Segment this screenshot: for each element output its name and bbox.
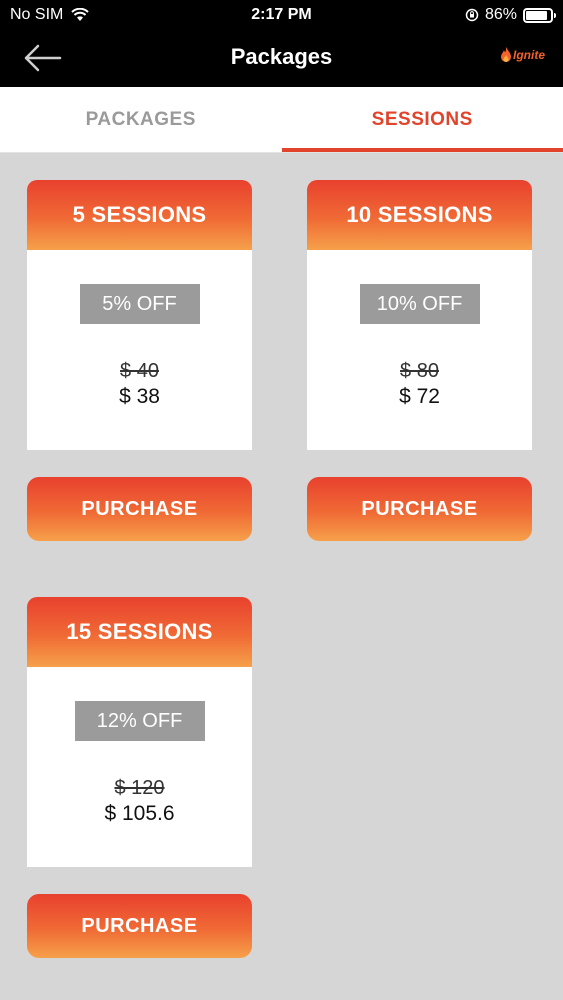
original-price: $ 120 <box>114 777 165 799</box>
discounted-price: $ 105.6 <box>104 802 175 825</box>
nav-bar: Packages Ignite <box>0 30 563 87</box>
purchase-button-15-sessions[interactable]: PURCHASE <box>27 894 252 958</box>
page-title: Packages <box>230 44 333 69</box>
logo-text: Ignite <box>513 48 545 62</box>
discount-badge: 10% OFF <box>359 284 480 324</box>
status-bar: No SIM 2:17 PM 86% <box>0 0 563 30</box>
tab-packages[interactable]: PACKAGES <box>0 87 282 152</box>
arrow-left-icon <box>24 44 62 72</box>
purchase-button-5-sessions[interactable]: PURCHASE <box>27 477 252 541</box>
original-price: $ 80 <box>400 360 439 382</box>
original-price: $ 40 <box>120 360 159 382</box>
package-card-5-sessions: 5 SESSIONS 5% OFF $ 40 $ 38 <box>27 180 252 450</box>
battery-percent: 86% <box>484 6 517 23</box>
discount-badge: 5% OFF <box>79 284 200 324</box>
package-title: 15 SESSIONS <box>27 597 252 667</box>
tab-bar: PACKAGES SESSIONS <box>0 87 563 153</box>
discounted-price: $ 38 <box>119 385 160 408</box>
package-card-10-sessions: 10 SESSIONS 10% OFF $ 80 $ 72 <box>307 180 532 450</box>
purchase-button-10-sessions[interactable]: PURCHASE <box>307 477 532 541</box>
flame-icon <box>501 47 511 62</box>
app-logo: Ignite <box>500 46 545 64</box>
status-right: 86% <box>465 6 556 24</box>
package-title: 5 SESSIONS <box>27 180 252 250</box>
package-card-15-sessions: 15 SESSIONS 12% OFF $ 120 $ 105.6 <box>27 597 252 867</box>
discounted-price: $ 72 <box>399 385 440 408</box>
orientation-lock-icon <box>465 8 479 22</box>
battery-icon <box>523 7 556 23</box>
package-title: 10 SESSIONS <box>307 180 532 250</box>
back-button[interactable] <box>22 40 66 76</box>
tab-sessions[interactable]: SESSIONS <box>281 87 563 152</box>
discount-badge: 12% OFF <box>74 701 205 741</box>
